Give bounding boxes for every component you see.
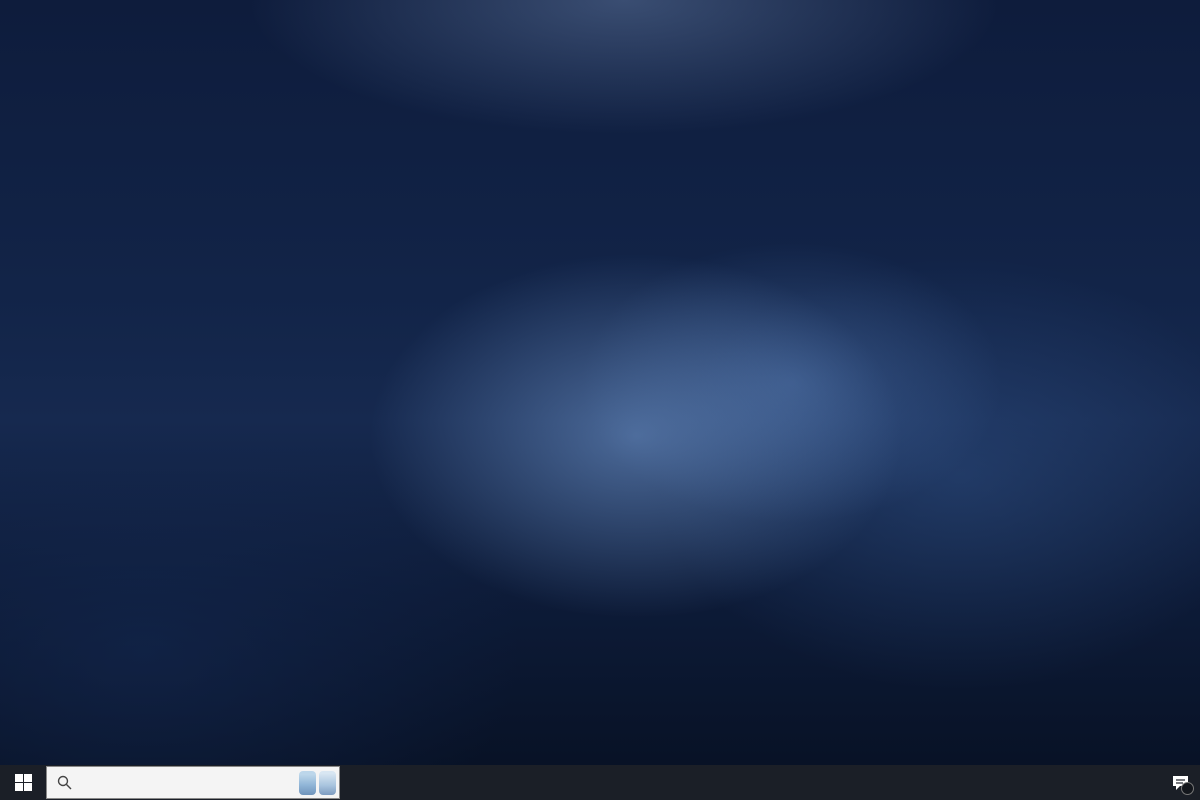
search-highlight-image[interactable] [319,771,336,795]
search-input[interactable] [46,766,340,799]
search-icon [57,775,72,790]
search-highlight-image[interactable] [299,771,316,795]
desktop-wallpaper [0,0,1200,765]
taskbar [0,765,1200,800]
notification-badge [1181,782,1194,795]
start-button[interactable] [0,765,46,800]
windows-logo-icon [15,774,32,791]
action-center-button[interactable] [1160,765,1200,800]
system-tray [1101,765,1200,800]
tray-overflow-chevron[interactable] [1101,765,1120,800]
